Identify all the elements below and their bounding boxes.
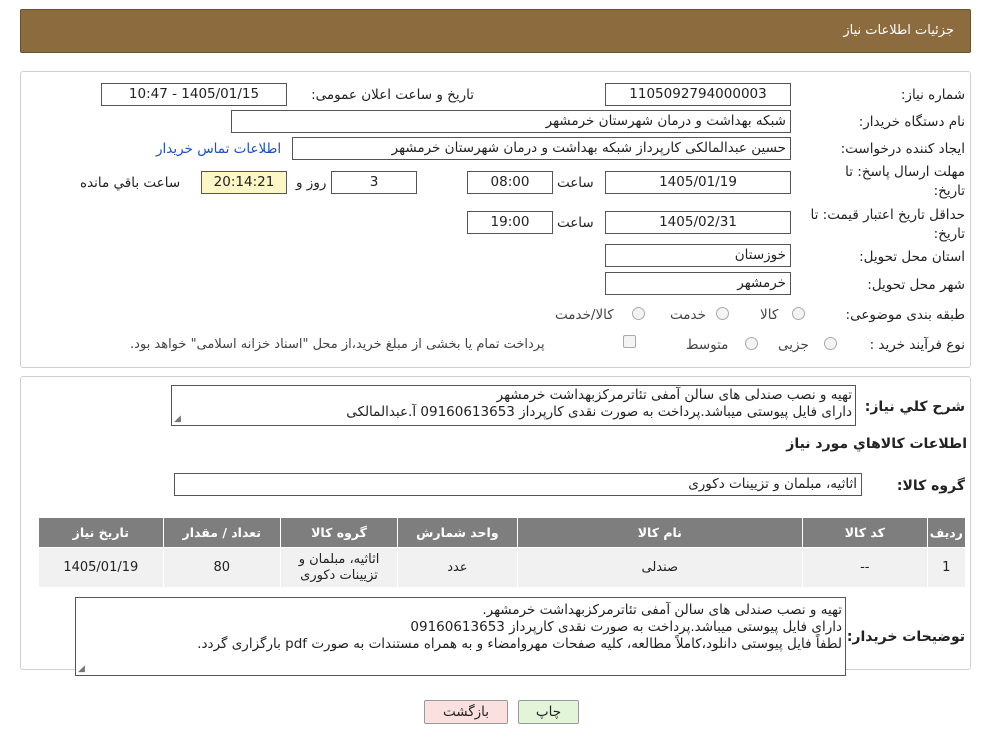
buyer-org-label: نام دستگاه خریدار:: [858, 114, 965, 130]
announce-field: 1405/01/15 - 10:47: [101, 83, 287, 106]
process-radio-medium[interactable]: [745, 337, 758, 350]
col-item-code: کد کالا: [802, 517, 928, 548]
table-header-row: ردیف کد کالا نام کالا واحد شمارش گروه کا…: [38, 517, 967, 548]
days-label: روز و: [296, 175, 327, 191]
category-label: طبقه بندی موضوعی:: [845, 307, 965, 323]
category-radio-goods[interactable]: [792, 307, 805, 320]
page-header: جزئیات اطلاعات نیاز: [20, 9, 971, 53]
goods-group-label: گروه کالا:: [896, 478, 965, 494]
description-line-2: دارای فایل پیوستی میباشد.پرداخت به صورت …: [346, 404, 852, 420]
requester-label: ایجاد کننده درخواست:: [840, 141, 965, 157]
page-title: جزئیات اطلاعات نیاز: [843, 23, 954, 38]
city-field: خرمشهر: [605, 272, 791, 295]
countdown-field: 20:14:21: [201, 171, 287, 194]
description-textarea[interactable]: تهیه و نصب صندلی های سالن آمفی تئاترمرکز…: [171, 385, 856, 426]
reply-date-field: 1405/01/19: [605, 171, 791, 194]
description-line-1: تهیه و نصب صندلی های سالن آمفی تئاترمرکز…: [496, 387, 852, 403]
reply-time-label: ساعت: [557, 175, 594, 191]
province-label: استان محل تحویل:: [859, 249, 965, 265]
days-remaining-field: 3: [331, 171, 417, 194]
cell-quantity: 80: [162, 547, 281, 588]
buyer-notes-textarea[interactable]: تهیه و نصب صندلی های سالن آمفی تئاترمرکز…: [75, 597, 846, 676]
treasury-payment-checkbox[interactable]: [623, 335, 636, 348]
province-field: خوزستان: [605, 244, 791, 267]
items-table: ردیف کد کالا نام کالا واحد شمارش گروه کا…: [38, 517, 967, 588]
need-number-field: 1105092794000003: [605, 83, 791, 106]
col-unit: واحد شمارش: [397, 517, 518, 548]
process-label: نوع فرآیند خرید :: [869, 337, 965, 353]
cell-group: اثاثیه، مبلمان و تزیینات دکوری: [279, 547, 399, 588]
price-date-field: 1405/02/31: [605, 211, 791, 234]
reply-time-field: 08:00: [467, 171, 553, 194]
table-row: 1 -- صندلی عدد اثاثیه، مبلمان و تزیینات …: [38, 547, 967, 588]
price-time-label: ساعت: [557, 215, 594, 231]
description-label: شرح کلي نیاز:: [864, 399, 965, 415]
resize-grip-icon[interactable]: ◢: [174, 415, 181, 424]
category-option-goods-service: کالا/خدمت: [555, 307, 614, 323]
category-radio-service[interactable]: [716, 307, 729, 320]
back-button[interactable]: بازگشت: [424, 700, 508, 724]
city-label: شهر محل تحویل:: [867, 277, 965, 293]
goods-info-title: اطلاعات کالاهاي مورد نیاز: [786, 436, 967, 452]
col-group: گروه کالا: [279, 517, 399, 548]
category-option-goods: کالا: [760, 307, 779, 323]
cell-unit: عدد: [397, 547, 518, 588]
price-time-field: 19:00: [467, 211, 553, 234]
cell-row-number: 1: [926, 547, 967, 588]
category-radio-goods-service[interactable]: [632, 307, 645, 320]
cell-item-name: صندلی: [516, 547, 804, 588]
treasury-payment-note: پرداخت تمام یا بخشی از مبلغ خرید،از محل …: [130, 337, 545, 352]
process-option-minor: جزیی: [778, 337, 809, 353]
col-item-name: نام کالا: [516, 517, 804, 548]
col-quantity: تعداد / مقدار: [162, 517, 281, 548]
remaining-label: ساعت باقي مانده: [80, 175, 181, 191]
cell-item-code: --: [802, 547, 928, 588]
buyer-notes-line-2: دارای فایل پیوستی میباشد.پرداخت به صورت …: [410, 619, 842, 635]
requester-field: حسین عبدالمالکی کارپرداز شبکه بهداشت و د…: [292, 137, 791, 160]
buyer-notes-line-3: لطفاً فایل پیوستی دانلود،کاملاً مطالعه، …: [197, 636, 842, 652]
buyer-org-field: شبکه بهداشت و درمان شهرستان خرمشهر: [231, 110, 791, 133]
resize-grip-icon[interactable]: ◢: [78, 665, 85, 674]
col-row-number: ردیف: [926, 517, 967, 548]
buyer-notes-line-1: تهیه و نصب صندلی های سالن آمفی تئاترمرکز…: [482, 602, 842, 618]
col-need-date: تاریخ نیاز: [38, 517, 164, 548]
need-number-label: شماره نیاز:: [900, 87, 965, 103]
price-validity-label: حداقل تاریخ اعتبار قیمت: تا تاریخ:: [810, 207, 965, 242]
goods-group-field: اثاثیه، مبلمان و تزیینات دکوری: [174, 473, 862, 496]
print-button[interactable]: چاپ: [518, 700, 579, 724]
cell-need-date: 1405/01/19: [38, 547, 164, 588]
reply-deadline-label: مهلت ارسال پاسخ: تا تاریخ:: [845, 164, 965, 199]
announce-label: تاریخ و ساعت اعلان عمومی:: [311, 87, 474, 103]
category-option-service: خدمت: [670, 307, 706, 323]
process-option-medium: متوسط: [686, 337, 729, 353]
buyer-notes-label: توضیحات خریدار:: [846, 629, 965, 645]
buyer-contact-link[interactable]: اطلاعات تماس خریدار: [156, 141, 281, 157]
process-radio-minor[interactable]: [824, 337, 837, 350]
